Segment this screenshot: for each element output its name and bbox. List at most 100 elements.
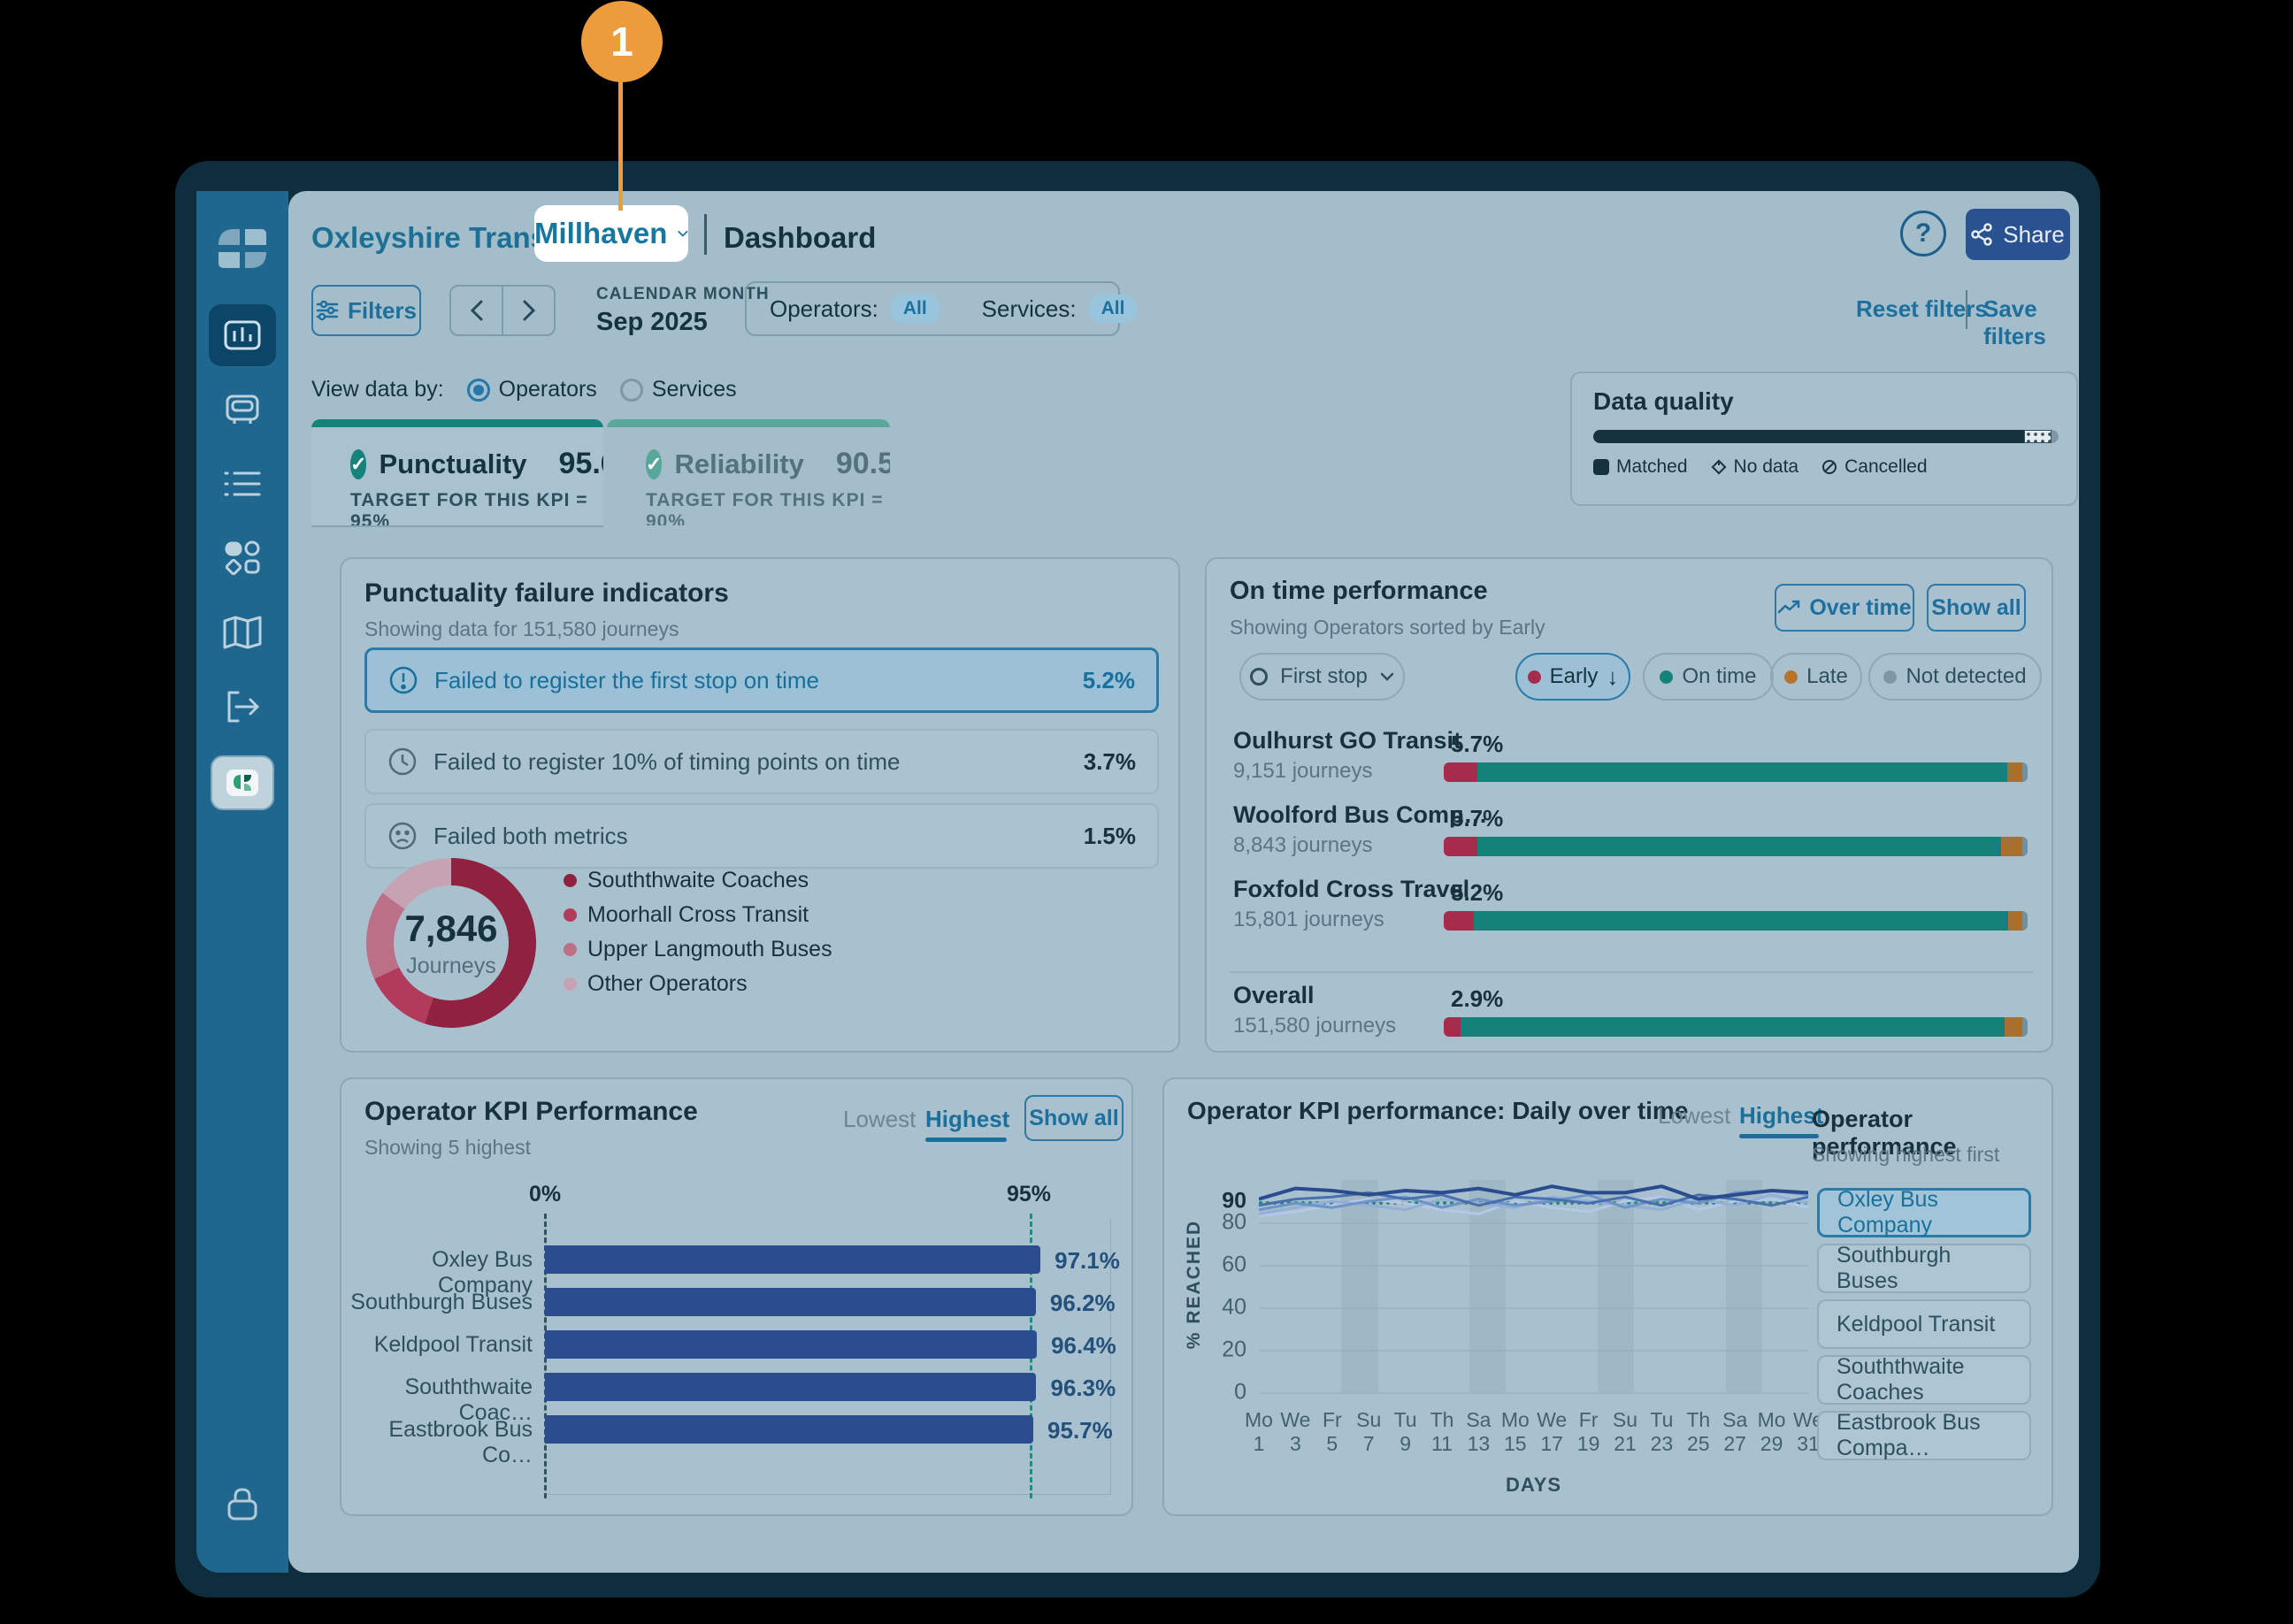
check-icon: ✓ [350,448,367,479]
reset-filters-link[interactable]: Reset filters [1856,295,1988,323]
operator-button[interactable]: Eastbrook Bus Compa… [1817,1410,2031,1460]
card-subtitle: Showing 5 highest [364,1136,531,1159]
radio-services[interactable]: Services [619,377,737,402]
share-button[interactable]: Share [1966,209,2070,260]
failure-label: Failed to register the first stop on tim… [434,666,819,693]
filters-button[interactable]: Filters [311,285,421,336]
dq-segment-no-data [2023,430,2052,443]
punctuality-failure-card: Punctuality failure indicators Showing d… [340,557,1180,1053]
bar-category-label: Southburgh Buses [350,1290,533,1314]
sidebar-item-sign-out[interactable] [209,676,276,738]
page-title: Dashboard [724,221,877,254]
y-tick-40: 40 [1222,1294,1246,1320]
data-quality-title: Data quality [1593,387,1734,415]
radio-operators[interactable]: Operators [466,377,597,402]
operator-journeys: 8,843 journeys [1233,833,1373,857]
over-time-button[interactable]: Over time [1775,584,1914,632]
filter-pill-on-time[interactable]: On time [1643,653,1774,701]
operator-name: Foxfold Cross Travel [1233,876,1470,902]
y-tick-20: 20 [1222,1337,1246,1362]
x-tick-17: We 17 [1537,1408,1568,1455]
y-tick-60: 60 [1222,1252,1246,1277]
clock-icon [388,747,417,776]
bar-value-label: 97.1% [1054,1247,1120,1274]
operator-button[interactable]: Southburgh Buses [1817,1243,2031,1293]
x-tick-19: Fr 19 [1576,1408,1600,1455]
card-title: Punctuality failure indicators [364,578,729,608]
show-all-button[interactable]: Show all [1024,1095,1123,1141]
app-logo-icon [209,218,276,280]
show-all-button[interactable]: Show all [1927,584,2026,632]
daily-performance-card: Operator KPI performance: Daily over tim… [1162,1077,2053,1516]
donut-legend-item: Souththwaite Coaches [564,863,832,898]
line-series [1259,1184,1808,1218]
ontime-stacked-bar [1444,837,2028,856]
sidebar-item-components[interactable] [209,527,276,589]
share-icon [1971,223,1993,246]
ontime-stacked-bar [1444,1017,2028,1037]
failure-indicator-row[interactable]: Failed to register 10% of timing points … [364,729,1159,794]
data-quality-panel: Data quality Matched No data Cancelled [1570,372,2078,506]
ontime-stacked-bar [1444,762,2028,782]
axis-tick-0: 0% [529,1182,562,1207]
highest-underline [925,1138,1007,1142]
lock-icon[interactable] [209,1474,276,1536]
operator-button[interactable]: Keldpool Transit [1817,1299,2031,1349]
check-icon: ✓ [646,448,663,479]
donut-legend-item: Other Operators [564,967,832,1001]
stop-filter-dropdown[interactable]: First stop [1239,653,1405,701]
sad-face-icon [388,822,417,850]
region-name: Millhaven [534,217,668,249]
sort-highest-toggle[interactable]: Highest [925,1106,1009,1133]
filter-summary[interactable]: Operators: All Services: All [745,281,1138,336]
help-button[interactable]: ? [1900,211,1946,257]
x-tick-1: Mo 1 [1245,1408,1273,1455]
x-tick-5: Fr 5 [1322,1408,1342,1455]
tab-accent-bar [311,419,603,427]
operator-journeys: 9,151 journeys [1233,759,1373,783]
x-tick-11: Th 11 [1430,1408,1454,1455]
previous-month-button[interactable] [451,287,503,334]
sort-lowest-toggle[interactable]: Lowest [1658,1102,1730,1130]
operator-panel-subtitle: Showing highest first [1812,1143,2000,1166]
early-percentage: 5.7% [1451,731,1504,757]
bar-category-label: Eastbrook Bus Co… [388,1417,533,1467]
kpi-bar [545,1245,1041,1274]
failure-indicator-row[interactable]: Failed to register the first stop on tim… [364,647,1159,713]
operator-button[interactable]: Oxley Bus Company [1817,1187,2031,1237]
y-axis-label: % REACHED [1184,1219,1204,1350]
operators-value-badge: All [890,295,939,323]
sidebar-item-app-switcher[interactable] [211,755,274,810]
services-value-badge: All [1088,295,1138,323]
region-selector[interactable]: Millhaven [534,205,688,262]
x-axis-label: DAYS [1505,1474,1562,1496]
failure-value: 1.5% [1083,822,1136,849]
operator-button[interactable]: Souththwaite Coaches [1817,1354,2031,1405]
radio-selected-icon [466,378,490,402]
dq-legend-item: Cancelled [1821,456,1928,478]
next-month-button[interactable] [503,287,554,334]
kpi-bar [545,1415,1034,1444]
kpi-bar [545,1373,1037,1401]
bar-value-label: 96.3% [1050,1375,1116,1401]
sidebar-item-vehicles[interactable] [209,379,276,440]
operator-name: Woolford Bus Comp… [1233,801,1488,828]
bar-value-label: 96.2% [1049,1290,1116,1316]
save-filters-link[interactable]: Save filters [1983,295,2079,350]
sidebar-item-list[interactable] [209,453,276,515]
failure-value: 5.2% [1082,666,1135,693]
sort-lowest-toggle[interactable]: Lowest [843,1106,916,1133]
callout-badge: 1 [581,1,663,82]
failure-label: Failed both metrics [433,822,628,849]
sidebar-item-dashboard[interactable] [209,304,276,366]
ontime-stacked-bar [1444,911,2028,931]
tab-reliability[interactable]: ✓ Reliability 90.5% TARGET FOR THIS KPI … [607,419,890,525]
filter-pill-early[interactable]: Early ↓ [1515,653,1630,701]
filter-pill-late[interactable]: Late [1770,653,1862,701]
card-subtitle: Showing data for 151,580 journeys [364,617,679,640]
card-subtitle: Showing Operators sorted by Early [1230,616,1545,639]
sidebar-item-map[interactable] [209,601,276,663]
bar-value-label: 95.7% [1047,1417,1113,1444]
tab-punctuality[interactable]: ✓ Punctuality 95.6% TARGET FOR THIS KPI … [311,419,603,525]
filter-pill-not-detected[interactable]: Not detected [1868,653,2042,701]
